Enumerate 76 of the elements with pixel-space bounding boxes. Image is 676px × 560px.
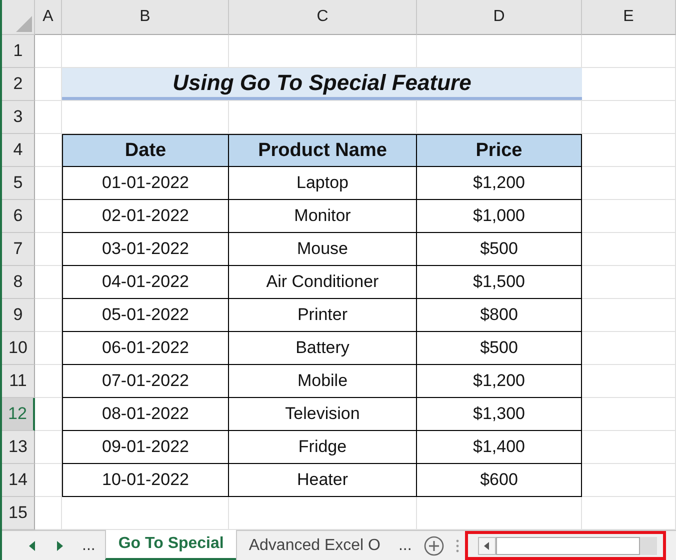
scroll-left-icon[interactable]: [478, 536, 496, 554]
empty-cell: [35, 398, 62, 431]
table-cell: 01-01-2022: [62, 167, 229, 200]
table-cell: Printer: [229, 299, 417, 332]
table-cell: 10-01-2022: [62, 464, 229, 497]
table-cell: $800: [417, 299, 582, 332]
table-cell: 02-01-2022: [62, 200, 229, 233]
empty-cell: [35, 365, 62, 398]
row-header[interactable]: 1: [2, 35, 35, 68]
scroll-right-icon[interactable]: [56, 540, 64, 550]
empty-cell: [35, 233, 62, 266]
empty-cell: [35, 35, 62, 68]
empty-cell: [35, 200, 62, 233]
table-cell: Mouse: [229, 233, 417, 266]
column-header[interactable]: C: [229, 0, 417, 35]
empty-cell: [35, 431, 62, 464]
table-cell: 06-01-2022: [62, 332, 229, 365]
table-cell: $1,200: [417, 167, 582, 200]
row-header[interactable]: 10: [2, 332, 35, 365]
empty-cell: [35, 464, 62, 497]
table-cell: Mobile: [229, 365, 417, 398]
table-cell: $1,400: [417, 431, 582, 464]
horizontal-scrollbar[interactable]: [478, 536, 657, 554]
column-header[interactable]: A: [35, 0, 62, 35]
row-header[interactable]: 2: [2, 68, 35, 101]
more-sheets-button[interactable]: ...: [398, 536, 412, 554]
row-header[interactable]: 8: [2, 266, 35, 299]
empty-cell: [35, 101, 62, 134]
row-header[interactable]: 12: [2, 398, 35, 431]
column-heading: Price: [417, 134, 582, 167]
empty-cell: [35, 266, 62, 299]
table-cell: 09-01-2022: [62, 431, 229, 464]
table-cell: 04-01-2022: [62, 266, 229, 299]
empty-cell: [35, 332, 62, 365]
sheet-tab[interactable]: Advanced Excel O: [236, 531, 392, 560]
sheet-tab[interactable]: Go To Special: [105, 530, 236, 560]
table-cell: $1,000: [417, 200, 582, 233]
table-cell: Laptop: [229, 167, 417, 200]
scroll-left-icon[interactable]: [28, 540, 36, 550]
table-cell: $600: [417, 464, 582, 497]
row-header[interactable]: 11: [2, 365, 35, 398]
table-cell: $500: [417, 332, 582, 365]
add-sheet-icon[interactable]: [424, 536, 444, 556]
table-cell: 05-01-2022: [62, 299, 229, 332]
row-header[interactable]: 4: [2, 134, 35, 167]
column-header[interactable]: D: [417, 0, 582, 35]
row-header[interactable]: 9: [2, 299, 35, 332]
more-sheets-button[interactable]: ...: [82, 536, 96, 554]
table-cell: $500: [417, 233, 582, 266]
column-header[interactable]: E: [582, 0, 676, 35]
table-cell: Air Conditioner: [229, 266, 417, 299]
table-cell: Fridge: [229, 431, 417, 464]
empty-cell: [35, 167, 62, 200]
column-heading: Product Name: [229, 134, 417, 167]
table-cell: 08-01-2022: [62, 398, 229, 431]
table-cell: $1,200: [417, 365, 582, 398]
table-cell: $1,300: [417, 398, 582, 431]
row-header[interactable]: 6: [2, 200, 35, 233]
row-header[interactable]: 7: [2, 233, 35, 266]
column-heading: Date: [62, 134, 229, 167]
table-cell: Heater: [229, 464, 417, 497]
row-header[interactable]: 3: [2, 101, 35, 134]
column-header[interactable]: B: [62, 0, 229, 35]
table-cell: 07-01-2022: [62, 365, 229, 398]
table-cell: Monitor: [229, 200, 417, 233]
sheet-title: Using Go To Special Feature: [62, 68, 582, 100]
row-header[interactable]: 5: [2, 167, 35, 200]
empty-cell: [35, 299, 62, 332]
row-header[interactable]: 14: [2, 464, 35, 497]
table-cell: $1,500: [417, 266, 582, 299]
scrollbar-thumb[interactable]: [496, 536, 640, 554]
row-header[interactable]: 15: [2, 497, 35, 530]
row-header[interactable]: 13: [2, 431, 35, 464]
table-cell: 03-01-2022: [62, 233, 229, 266]
table-cell: Battery: [229, 332, 417, 365]
table-cell: Television: [229, 398, 417, 431]
